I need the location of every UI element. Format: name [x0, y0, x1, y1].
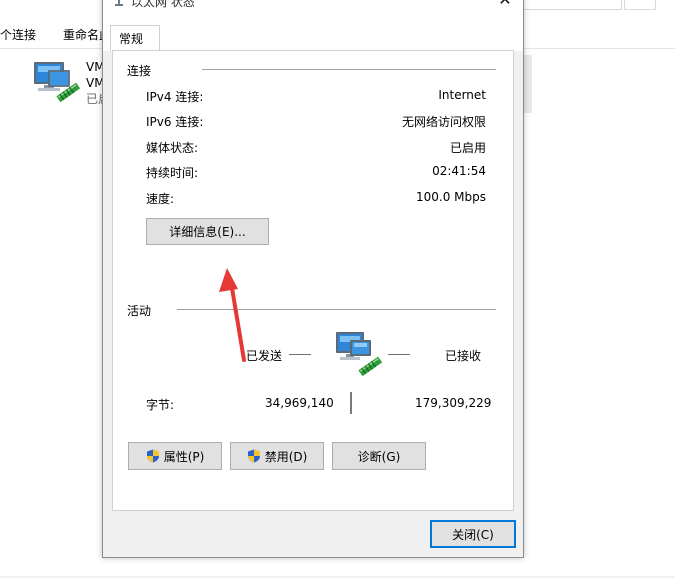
duration-label: 持续时间:	[146, 166, 199, 180]
close-button-label: 关闭(C)	[452, 527, 494, 542]
ipv4-label: IPv4 连接:	[146, 90, 204, 104]
ipv4-value: Internet	[438, 88, 486, 102]
duration-value: 02:41:54	[432, 164, 486, 178]
network-adapter-icon[interactable]	[28, 58, 82, 102]
bytes-divider	[350, 392, 352, 414]
diagnose-button[interactable]: 诊断(G)	[332, 442, 426, 470]
ethernet-status-dialog: 以太网 状态 ✕ 常规 连接 IPv4 连接: Internet IPv6 连接…	[102, 0, 524, 558]
properties-button-label: 属性(P)	[163, 449, 205, 464]
details-button[interactable]: 详细信息(E)...	[146, 218, 269, 245]
tab-general[interactable]: 常规	[110, 25, 160, 51]
dialog-titlebar: 以太网 状态 ✕	[103, 0, 523, 11]
bytes-received-value: 179,309,229	[415, 396, 492, 410]
speed-value: 100.0 Mbps	[415, 190, 486, 204]
media-state-label: 媒体状态:	[146, 141, 199, 155]
received-label: 已接收	[445, 349, 482, 363]
explorer-search-box[interactable]	[520, 0, 622, 10]
toolbar-item-connect[interactable]: 个连接	[0, 26, 36, 43]
disable-button-label: 禁用(D)	[264, 449, 308, 464]
received-line	[388, 354, 410, 355]
network-adapter-icon	[115, 0, 123, 6]
sent-label: 已发送	[246, 349, 283, 363]
uac-shield-icon	[146, 449, 159, 463]
media-state-value: 已启用	[449, 141, 486, 155]
close-button[interactable]: 关闭(C)	[430, 520, 516, 548]
ipv6-label: IPv6 连接:	[146, 115, 204, 129]
details-button-label: 详细信息(E)...	[169, 225, 246, 239]
explorer-help-button[interactable]	[624, 0, 656, 10]
tab-panel-general: 连接 IPv4 连接: Internet IPv6 连接: 无网络访问权限 媒体…	[112, 50, 514, 511]
bytes-label: 字节:	[146, 398, 175, 412]
activity-group-divider	[177, 309, 496, 310]
disable-button[interactable]: 禁用(D)	[230, 442, 324, 470]
diagnose-button-label: 诊断(G)	[357, 449, 401, 464]
connection-group-title: 连接	[127, 64, 152, 78]
connection-group-divider	[202, 69, 496, 70]
sent-line	[289, 354, 311, 355]
network-computer-icon	[336, 332, 383, 376]
tab-strip: 常规	[103, 11, 523, 51]
ipv6-value: 无网络访问权限	[401, 115, 486, 129]
activity-group-title: 活动	[127, 304, 152, 318]
properties-button[interactable]: 属性(P)	[128, 442, 222, 470]
close-icon[interactable]: ✕	[495, 0, 515, 11]
speed-label: 速度:	[146, 192, 175, 206]
bytes-sent-value: 34,969,140	[265, 396, 334, 410]
dialog-title: 以太网 状态	[131, 0, 195, 9]
uac-shield-icon	[247, 449, 260, 463]
